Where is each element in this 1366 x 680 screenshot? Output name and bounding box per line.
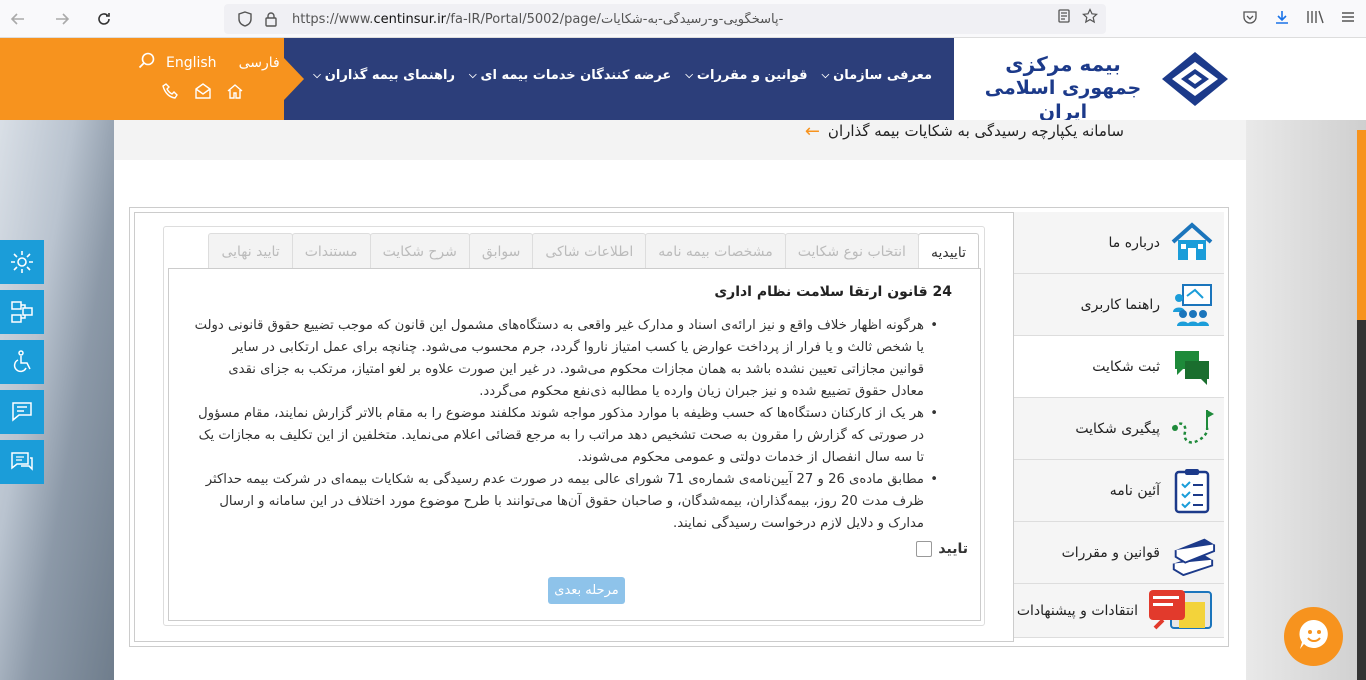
side-menu-label: راهنما کاربری xyxy=(1080,296,1160,313)
scroll-accent xyxy=(1357,130,1366,320)
nav-item-guide[interactable]: راهنمای بیمه گذاران ⌵ xyxy=(313,68,455,83)
tab-content: 24 قانون ارتقا سلامت نظام اداری هرگونه ا… xyxy=(168,268,981,621)
lang-english-link[interactable]: English xyxy=(166,55,217,71)
suggestion-box-icon xyxy=(1146,585,1216,637)
side-menu-track-complaint[interactable]: پیگیری شکایت xyxy=(1013,398,1224,460)
reader-view-icon[interactable] xyxy=(1056,8,1072,28)
tab-complainant-info[interactable]: اطلاعات شاکی xyxy=(532,233,647,269)
browser-toolbar: https://www.centinsur.ir/fa-IR/Portal/50… xyxy=(0,0,1366,38)
pocket-icon[interactable] xyxy=(1242,9,1258,29)
breadcrumb: سامانه یکپارچه رسیدگی به شکایات بیمه گذا… xyxy=(805,120,1124,142)
side-menu-label: آئین نامه xyxy=(1109,482,1160,499)
feedback-icon[interactable] xyxy=(0,390,44,434)
side-menu-label: درباره ما xyxy=(1108,234,1160,251)
side-toolbar xyxy=(0,240,44,490)
side-menu-register-complaint[interactable]: ثبت شکایت xyxy=(1013,336,1224,398)
confirm-label: تایید xyxy=(938,541,968,557)
page-title: سامانه یکپارچه رسیدگی به شکایات بیمه گذا… xyxy=(827,122,1124,140)
chevron-down-icon: ⌵ xyxy=(468,70,477,81)
tab-complaint-description[interactable]: شرح شکایت xyxy=(369,233,470,269)
law-bullet: هر یک از کارکنان دستگاه‌ها که حسب وظیفه … xyxy=(194,403,938,469)
phone-icon[interactable] xyxy=(162,82,180,104)
logo-line2: جمهوری اسلامی ایران xyxy=(984,77,1142,123)
header-utility-box: English فارسی xyxy=(0,38,284,120)
logo-line1: بیمه مرکزی xyxy=(1005,52,1121,76)
nav-item-laws[interactable]: قوانین و مقررات ⌵ xyxy=(685,68,807,83)
chat-icon[interactable] xyxy=(0,440,44,484)
central-insurance-logo-icon xyxy=(1160,50,1230,112)
back-button[interactable] xyxy=(0,0,36,38)
site-header: English فارسی معرفی سازمان ⌵ قوانین و مقر… xyxy=(0,38,1366,123)
nav-item-providers[interactable]: عرضه کنندگان خدمات بیمه ای ⌵ xyxy=(469,68,671,83)
search-icon[interactable] xyxy=(138,52,156,74)
side-menu-laws[interactable]: قوانین و مقررات xyxy=(1013,522,1224,584)
books-icon xyxy=(1168,527,1216,579)
chevron-down-icon: ⌵ xyxy=(685,70,693,81)
mail-icon[interactable] xyxy=(194,82,212,104)
side-menu-label: پیگیری شکایت xyxy=(1075,420,1160,437)
sitemap-icon[interactable] xyxy=(0,290,44,334)
side-menu-label: انتقادات و پیشنهادات xyxy=(1016,602,1138,619)
next-step-button[interactable]: مرحله بعدی xyxy=(548,577,625,604)
forward-button[interactable] xyxy=(44,0,80,38)
side-menu-label: ثبت شکایت xyxy=(1092,358,1160,375)
complaint-side-menu: درباره ما راهنما کاربری ثبت شکایت پیگیری… xyxy=(1013,212,1224,638)
main-nav: معرفی سازمان ⌵ قوانین و مقررات ⌵ عرضه کنند… xyxy=(313,68,932,83)
breadcrumb-bar: سامانه یکپارچه رسیدگی به شکایات بیمه گذا… xyxy=(114,120,1246,160)
chat-smiley-icon xyxy=(1297,618,1331,656)
checklist-icon xyxy=(1168,465,1216,517)
tab-final-confirmation[interactable]: تایید نهایی xyxy=(208,233,293,269)
home-icon xyxy=(1168,217,1216,269)
shield-icon[interactable] xyxy=(234,8,256,30)
support-chat-button[interactable] xyxy=(1284,607,1343,666)
chevron-down-icon: ⌵ xyxy=(821,70,830,81)
side-menu-suggestions[interactable]: انتقادات و پیشنهادات xyxy=(1013,584,1224,638)
chevron-down-icon: ⌵ xyxy=(313,70,321,81)
nav-item-about-org[interactable]: معرفی سازمان ⌵ xyxy=(822,68,932,83)
route-flag-icon xyxy=(1168,403,1216,455)
training-icon xyxy=(1168,279,1216,331)
scroll-track xyxy=(1357,320,1366,680)
home-icon[interactable] xyxy=(226,82,244,104)
tab-complaint-type[interactable]: انتخاب نوع شکایت xyxy=(784,233,919,269)
wizard-tabs: تاییدیه انتخاب نوع شکایت مشخصات بیمه نام… xyxy=(208,233,979,271)
tab-history[interactable]: سوابق xyxy=(468,233,534,269)
confirm-checkbox-row[interactable]: تایید xyxy=(916,541,968,557)
url-text: https://www.centinsur.ir/fa-IR/Portal/50… xyxy=(292,11,784,27)
menu-icon[interactable] xyxy=(1340,9,1356,29)
side-menu-label: قوانین و مقررات xyxy=(1061,544,1160,561)
lock-icon[interactable] xyxy=(260,8,282,30)
law-bullet: مطابق ماده‌ی 26 و 27 آیین‌نامه‌ی شماره‌ی… xyxy=(194,469,938,535)
side-menu-about[interactable]: درباره ما xyxy=(1013,212,1224,274)
confirm-checkbox[interactable] xyxy=(916,541,933,557)
background-photo-right xyxy=(1246,120,1366,680)
settings-gear-icon[interactable] xyxy=(0,240,44,284)
logo[interactable]: بیمه مرکزی جمهوری اسلامی ایران xyxy=(954,38,1366,123)
side-menu-user-guide[interactable]: راهنما کاربری xyxy=(1013,274,1224,336)
tab-confirmation[interactable]: تاییدیه xyxy=(917,233,979,271)
bookmark-star-icon[interactable] xyxy=(1082,8,1098,28)
side-menu-regulations[interactable]: آئین نامه xyxy=(1013,460,1224,522)
lang-farsi-link[interactable]: فارسی xyxy=(239,55,280,71)
law-bullet: هرگونه اظهار خلاف واقع و نیز ارائه‌ی اسن… xyxy=(194,315,938,403)
main-nav-bar: معرفی سازمان ⌵ قوانین و مقررات ⌵ عرضه کنند… xyxy=(284,38,954,120)
header-arrow-decoration xyxy=(284,58,304,100)
law-bullets: هرگونه اظهار خلاف واقع و نیز ارائه‌ی اسن… xyxy=(194,315,938,535)
law-title: 24 قانون ارتقا سلامت نظام اداری xyxy=(714,284,952,300)
tab-policy-details[interactable]: مشخصات بیمه نامه xyxy=(645,233,786,269)
downloads-icon[interactable] xyxy=(1274,9,1290,29)
library-icon[interactable] xyxy=(1306,9,1324,29)
tab-documents[interactable]: مستندات xyxy=(291,233,371,269)
reload-button[interactable] xyxy=(86,0,122,38)
arrow-left-icon: ← xyxy=(804,120,820,142)
address-bar[interactable]: https://www.centinsur.ir/fa-IR/Portal/50… xyxy=(224,4,1106,34)
chat-bubbles-icon xyxy=(1168,341,1216,393)
accessibility-wheelchair-icon[interactable] xyxy=(0,340,44,384)
